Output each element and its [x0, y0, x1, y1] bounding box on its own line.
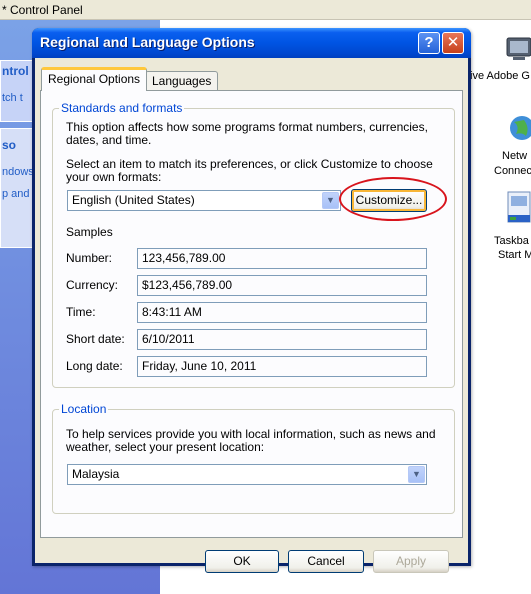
icon-label: Start M [498, 249, 531, 261]
see-also-title: so [2, 138, 17, 152]
sample-currency-label: Currency: [66, 278, 119, 292]
sample-long-date-value: Friday, June 10, 2011 [137, 356, 427, 377]
select-instructions: Select an item to match its preferences,… [66, 157, 433, 171]
icon-label: Taskba [494, 235, 529, 247]
help-button[interactable]: ? [418, 32, 440, 54]
cancel-button[interactable]: Cancel [288, 550, 364, 573]
samples-heading: Samples [66, 225, 113, 239]
sample-time-label: Time: [66, 305, 96, 319]
chevron-down-icon[interactable]: ▼ [408, 466, 425, 483]
tab-languages[interactable]: Languages [145, 71, 219, 91]
close-button[interactable]: ✕ [442, 32, 464, 54]
sample-time-value: 8:43:11 AM [137, 302, 427, 323]
see-also-link[interactable]: p and [2, 188, 30, 200]
control-panel-pane-title: ntrol [2, 64, 29, 78]
sample-short-date-label: Short date: [66, 332, 125, 346]
icon-label: ive Adobe G [470, 70, 530, 82]
taskbar-icon[interactable] [506, 190, 531, 226]
standards-description: This option affects how some programs fo… [66, 120, 428, 134]
tab-regional-options[interactable]: Regional Options [41, 67, 148, 91]
standards-description: dates, and time. [66, 133, 152, 147]
location-select[interactable]: Malaysia ▼ [67, 464, 427, 485]
icon-label: Connec [494, 165, 531, 177]
sample-currency-value: $123,456,789.00 [137, 275, 427, 296]
adobe-icon[interactable] [505, 36, 531, 64]
location-description: weather, select your present location: [66, 440, 265, 454]
format-select[interactable]: English (United States) ▼ [67, 190, 341, 211]
sample-number-value: 123,456,789.00 [137, 248, 427, 269]
icon-label: Netw [502, 150, 528, 162]
switch-view-link[interactable]: tch t [2, 92, 23, 104]
sample-number-label: Number: [66, 251, 113, 265]
chevron-down-icon[interactable]: ▼ [322, 192, 339, 209]
control-panel-titlebar: * Control Panel [0, 0, 531, 20]
tab-panel: Standards and formats This option affect… [40, 90, 463, 538]
apply-button[interactable]: Apply [373, 550, 449, 573]
format-select-value: English (United States) [72, 193, 195, 207]
ok-button[interactable]: OK [205, 550, 279, 573]
see-also-link[interactable]: ndows [2, 166, 34, 178]
regional-language-options-dialog: Regional and Language Options ? ✕ Region… [32, 28, 471, 573]
sample-short-date-value: 6/10/2011 [137, 329, 427, 350]
location-select-value: Malaysia [72, 467, 120, 481]
location-group: Location [52, 402, 455, 514]
standards-legend: Standards and formats [59, 101, 185, 115]
location-description: To help services provide you with local … [66, 427, 436, 441]
network-icon[interactable] [506, 112, 531, 142]
sample-long-date-label: Long date: [66, 359, 123, 373]
dialog-titlebar[interactable]: Regional and Language Options ? ✕ [32, 28, 471, 58]
location-legend: Location [59, 402, 109, 416]
dialog-client-area: Regional Options Languages Standards and… [35, 58, 468, 573]
select-instructions: your own formats: [66, 170, 162, 184]
dialog-title: Regional and Language Options [40, 34, 255, 50]
highlight-circle [339, 177, 447, 221]
